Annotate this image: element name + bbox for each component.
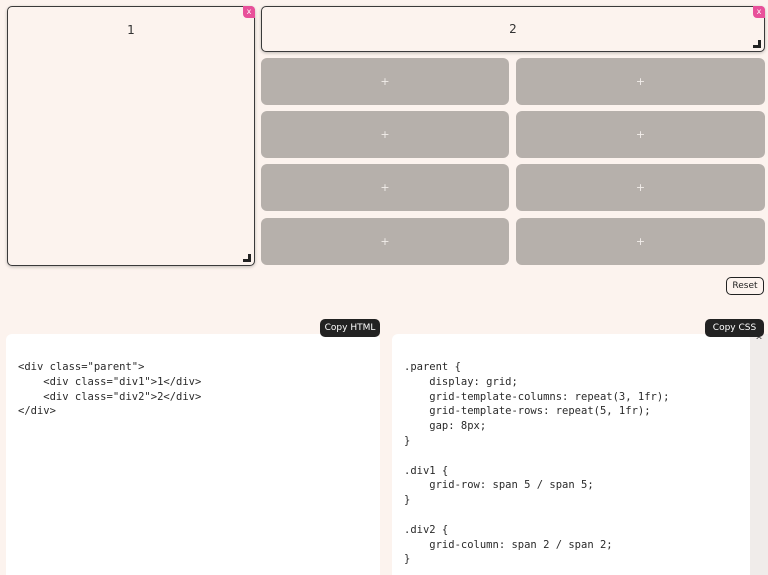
add-cell-button[interactable]: + (261, 111, 509, 158)
css-code-panel[interactable]: .parent { display: grid; grid-template-c… (392, 334, 750, 575)
grid-item-label: 2 (509, 22, 517, 36)
grid-canvas: 1 x 2 x + + + + + + + + (6, 5, 765, 266)
resize-handle-icon[interactable] (243, 254, 251, 262)
html-code-panel[interactable]: <div class="parent"> <div class="div1">1… (6, 334, 380, 575)
copy-css-button[interactable]: Copy CSS (705, 319, 764, 337)
css-panel-scrollbar[interactable]: ^ (750, 334, 768, 575)
reset-button[interactable]: Reset (726, 277, 764, 295)
add-cell-button[interactable]: + (261, 218, 509, 265)
add-cell-button[interactable]: + (516, 218, 765, 265)
add-cell-button[interactable]: + (261, 164, 509, 211)
close-icon[interactable]: x (753, 6, 765, 18)
add-cell-button[interactable]: + (516, 164, 765, 211)
grid-item-2[interactable]: 2 x (261, 6, 765, 52)
close-icon[interactable]: x (243, 6, 255, 18)
add-cell-button[interactable]: + (516, 58, 765, 105)
grid-item-1[interactable]: 1 x (7, 6, 255, 266)
resize-handle-icon[interactable] (753, 40, 761, 48)
html-code-text: <div class="parent"> <div class="div1">1… (18, 361, 202, 418)
grid-item-label: 1 (127, 23, 135, 37)
chevron-up-icon[interactable]: ^ (750, 336, 768, 346)
add-cell-button[interactable]: + (516, 111, 765, 158)
css-code-text: .parent { display: grid; grid-template-c… (404, 361, 670, 566)
copy-html-button[interactable]: Copy HTML (320, 319, 380, 337)
add-cell-button[interactable]: + (261, 58, 509, 105)
